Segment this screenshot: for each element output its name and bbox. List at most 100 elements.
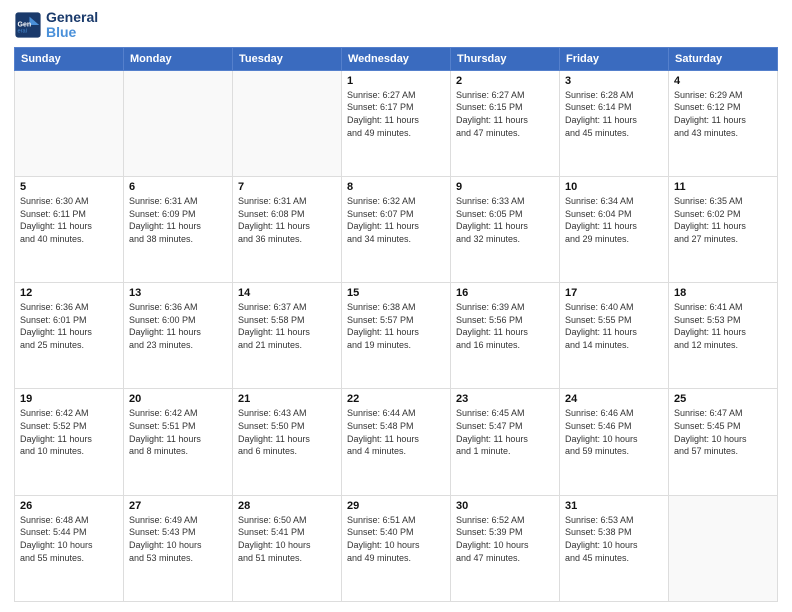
day-info: Sunrise: 6:53 AM Sunset: 5:38 PM Dayligh… xyxy=(565,514,663,564)
calendar-day-31: 31 Sunrise: 6:53 AM Sunset: 5:38 PM Dayli… xyxy=(560,495,669,601)
svg-text:Gen: Gen xyxy=(18,22,32,29)
calendar-day-10: 10Sunrise: 6:34 AM Sunset: 6:04 PM Dayli… xyxy=(560,177,669,283)
day-number: 12 xyxy=(20,287,118,299)
calendar-day-11: 11 Sunrise: 6:35 AM Sunset: 6:02 PM Dayli… xyxy=(669,177,778,283)
day-info: Sunrise: 6:42 AM Sunset: 5:51 PM Dayligh… xyxy=(129,407,227,457)
day-info: Sunrise: 6:31 AM Sunset: 6:09 PM Dayligh… xyxy=(129,195,227,245)
header: Gen eral General Blue xyxy=(14,10,778,41)
calendar-day-29: 29 Sunrise: 6:51 AM Sunset: 5:40 PM Dayli… xyxy=(342,495,451,601)
calendar-day-25: 25 Sunrise: 6:47 AM Sunset: 5:45 PM Dayli… xyxy=(669,389,778,495)
day-number: 25 xyxy=(674,393,772,405)
calendar-day-empty xyxy=(233,70,342,176)
calendar-day-empty xyxy=(124,70,233,176)
day-number: 30 xyxy=(456,500,554,512)
calendar-week-row: 12 Sunrise: 6:36 AM Sunset: 6:01 PM Dayli… xyxy=(15,283,778,389)
day-number: 23 xyxy=(456,393,554,405)
day-number: 18 xyxy=(674,287,772,299)
day-info: Sunrise: 6:38 AM Sunset: 5:57 PM Dayligh… xyxy=(347,301,445,351)
calendar-week-row: 26Sunrise: 6:48 AM Sunset: 5:44 PM Dayli… xyxy=(15,495,778,601)
day-info: Sunrise: 6:47 AM Sunset: 5:45 PM Dayligh… xyxy=(674,407,772,457)
calendar-header-friday: Friday xyxy=(560,47,669,70)
day-info: Sunrise: 6:41 AM Sunset: 5:53 PM Dayligh… xyxy=(674,301,772,351)
calendar-day-30: 30 Sunrise: 6:52 AM Sunset: 5:39 PM Dayli… xyxy=(451,495,560,601)
logo: Gen eral General Blue xyxy=(14,10,98,41)
day-number: 20 xyxy=(129,393,227,405)
calendar-day-19: 19 Sunrise: 6:42 AM Sunset: 5:52 PM Dayli… xyxy=(15,389,124,495)
calendar-day-27: 27 Sunrise: 6:49 AM Sunset: 5:43 PM Dayli… xyxy=(124,495,233,601)
day-number: 8 xyxy=(347,181,445,193)
day-info: Sunrise: 6:27 AM Sunset: 6:15 PM Dayligh… xyxy=(456,89,554,139)
day-info: Sunrise: 6:49 AM Sunset: 5:43 PM Dayligh… xyxy=(129,514,227,564)
day-info: Sunrise: 6:30 AM Sunset: 6:11 PM Dayligh… xyxy=(20,195,118,245)
day-number: 4 xyxy=(674,75,772,87)
calendar-header-tuesday: Tuesday xyxy=(233,47,342,70)
calendar-week-row: 19 Sunrise: 6:42 AM Sunset: 5:52 PM Dayli… xyxy=(15,389,778,495)
day-number: 21 xyxy=(238,393,336,405)
svg-text:eral: eral xyxy=(18,29,27,35)
day-info: Sunrise: 6:35 AM Sunset: 6:02 PM Dayligh… xyxy=(674,195,772,245)
calendar-day-4: 4Sunrise: 6:29 AM Sunset: 6:12 PM Daylig… xyxy=(669,70,778,176)
day-info: Sunrise: 6:36 AM Sunset: 6:01 PM Dayligh… xyxy=(20,301,118,351)
calendar-day-15: 15Sunrise: 6:38 AM Sunset: 5:57 PM Dayli… xyxy=(342,283,451,389)
day-info: Sunrise: 6:40 AM Sunset: 5:55 PM Dayligh… xyxy=(565,301,663,351)
calendar-day-20: 20 Sunrise: 6:42 AM Sunset: 5:51 PM Dayli… xyxy=(124,389,233,495)
calendar-table: SundayMondayTuesdayWednesdayThursdayFrid… xyxy=(14,47,778,602)
day-number: 29 xyxy=(347,500,445,512)
day-info: Sunrise: 6:46 AM Sunset: 5:46 PM Dayligh… xyxy=(565,407,663,457)
calendar-day-24: 24 Sunrise: 6:46 AM Sunset: 5:46 PM Dayli… xyxy=(560,389,669,495)
day-info: Sunrise: 6:33 AM Sunset: 6:05 PM Dayligh… xyxy=(456,195,554,245)
day-number: 7 xyxy=(238,181,336,193)
calendar-day-5: 5 Sunrise: 6:30 AM Sunset: 6:11 PM Daylig… xyxy=(15,177,124,283)
calendar-week-row: 5 Sunrise: 6:30 AM Sunset: 6:11 PM Daylig… xyxy=(15,177,778,283)
calendar-day-empty xyxy=(669,495,778,601)
day-info: Sunrise: 6:45 AM Sunset: 5:47 PM Dayligh… xyxy=(456,407,554,457)
day-number: 24 xyxy=(565,393,663,405)
logo-text: General Blue xyxy=(46,10,98,41)
calendar-day-22: 22Sunrise: 6:44 AM Sunset: 5:48 PM Dayli… xyxy=(342,389,451,495)
day-info: Sunrise: 6:36 AM Sunset: 6:00 PM Dayligh… xyxy=(129,301,227,351)
day-info: Sunrise: 6:37 AM Sunset: 5:58 PM Dayligh… xyxy=(238,301,336,351)
day-number: 31 xyxy=(565,500,663,512)
calendar-day-21: 21 Sunrise: 6:43 AM Sunset: 5:50 PM Dayli… xyxy=(233,389,342,495)
calendar-day-empty xyxy=(15,70,124,176)
calendar-day-14: 14Sunrise: 6:37 AM Sunset: 5:58 PM Dayli… xyxy=(233,283,342,389)
day-info: Sunrise: 6:28 AM Sunset: 6:14 PM Dayligh… xyxy=(565,89,663,139)
page: Gen eral General Blue SundayMondayTuesda… xyxy=(0,0,792,612)
day-number: 1 xyxy=(347,75,445,87)
day-number: 2 xyxy=(456,75,554,87)
calendar-day-8: 8Sunrise: 6:32 AM Sunset: 6:07 PM Daylig… xyxy=(342,177,451,283)
calendar-header-row: SundayMondayTuesdayWednesdayThursdayFrid… xyxy=(15,47,778,70)
day-info: Sunrise: 6:42 AM Sunset: 5:52 PM Dayligh… xyxy=(20,407,118,457)
day-number: 22 xyxy=(347,393,445,405)
day-number: 9 xyxy=(456,181,554,193)
day-info: Sunrise: 6:43 AM Sunset: 5:50 PM Dayligh… xyxy=(238,407,336,457)
day-number: 5 xyxy=(20,181,118,193)
calendar-day-28: 28 Sunrise: 6:50 AM Sunset: 5:41 PM Dayli… xyxy=(233,495,342,601)
day-number: 17 xyxy=(565,287,663,299)
calendar-header-wednesday: Wednesday xyxy=(342,47,451,70)
day-info: Sunrise: 6:39 AM Sunset: 5:56 PM Dayligh… xyxy=(456,301,554,351)
day-number: 28 xyxy=(238,500,336,512)
calendar-header-sunday: Sunday xyxy=(15,47,124,70)
calendar-header-saturday: Saturday xyxy=(669,47,778,70)
day-info: Sunrise: 6:27 AM Sunset: 6:17 PM Dayligh… xyxy=(347,89,445,139)
day-number: 13 xyxy=(129,287,227,299)
calendar-day-13: 13 Sunrise: 6:36 AM Sunset: 6:00 PM Dayli… xyxy=(124,283,233,389)
day-number: 11 xyxy=(674,181,772,193)
day-number: 27 xyxy=(129,500,227,512)
day-number: 3 xyxy=(565,75,663,87)
calendar-day-7: 7Sunrise: 6:31 AM Sunset: 6:08 PM Daylig… xyxy=(233,177,342,283)
calendar-day-18: 18 Sunrise: 6:41 AM Sunset: 5:53 PM Dayli… xyxy=(669,283,778,389)
day-number: 19 xyxy=(20,393,118,405)
calendar-day-3: 3 Sunrise: 6:28 AM Sunset: 6:14 PM Daylig… xyxy=(560,70,669,176)
day-info: Sunrise: 6:52 AM Sunset: 5:39 PM Dayligh… xyxy=(456,514,554,564)
calendar-day-1: 1 Sunrise: 6:27 AM Sunset: 6:17 PM Daylig… xyxy=(342,70,451,176)
day-info: Sunrise: 6:50 AM Sunset: 5:41 PM Dayligh… xyxy=(238,514,336,564)
calendar-header-monday: Monday xyxy=(124,47,233,70)
day-info: Sunrise: 6:51 AM Sunset: 5:40 PM Dayligh… xyxy=(347,514,445,564)
day-number: 10 xyxy=(565,181,663,193)
logo-icon: Gen eral xyxy=(14,11,42,39)
calendar-day-9: 9 Sunrise: 6:33 AM Sunset: 6:05 PM Daylig… xyxy=(451,177,560,283)
calendar-day-23: 23 Sunrise: 6:45 AM Sunset: 5:47 PM Dayli… xyxy=(451,389,560,495)
day-number: 16 xyxy=(456,287,554,299)
